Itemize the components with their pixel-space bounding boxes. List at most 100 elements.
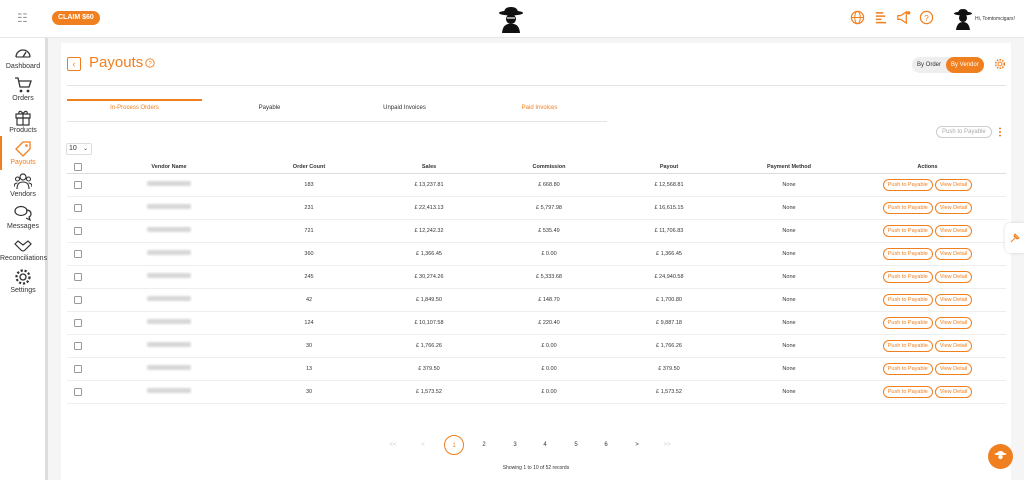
settings-gear-icon[interactable] <box>994 58 1006 70</box>
sidebar-item-dashboard[interactable]: Dashboard <box>0 44 46 74</box>
page-size-select[interactable]: 10 ⌄ <box>66 143 92 155</box>
row-select-cell <box>67 242 89 266</box>
page-button-6[interactable]: 6 <box>596 435 616 455</box>
tab-in-process-orders[interactable]: In-Process Orders <box>67 99 202 121</box>
push-to-payable-button[interactable]: Push to Payable <box>882 362 933 375</box>
view-detail-button[interactable]: View Detail <box>934 201 973 214</box>
list-icon[interactable] <box>873 10 888 25</box>
push-to-payable-button[interactable]: Push to Payable <box>882 270 933 283</box>
page-button-3[interactable]: 3 <box>505 435 525 455</box>
row-checkbox[interactable] <box>74 203 82 212</box>
help-icon[interactable]: ? <box>919 10 934 25</box>
first-page-button[interactable]: << <box>383 435 403 455</box>
page-button-1[interactable]: 1 <box>444 435 464 455</box>
sidebar-item-label: Products <box>9 127 37 134</box>
col-order-count[interactable]: Order Count <box>249 161 369 174</box>
view-detail-button[interactable]: View Detail <box>934 316 973 329</box>
push-to-payable-button[interactable]: Push to Payable <box>882 385 933 398</box>
vendor-name-cell <box>89 265 249 289</box>
col-payout[interactable]: Payout <box>609 161 729 174</box>
by-vendor-toggle[interactable]: By Vendor <box>946 57 984 73</box>
brand-logo-icon[interactable] <box>498 6 524 34</box>
commission-cell: £ 0.00 <box>489 380 609 404</box>
tab-unpaid-invoices[interactable]: Unpaid Invoices <box>337 100 472 121</box>
megaphone-icon[interactable] <box>896 10 911 25</box>
last-page-button[interactable]: >> <box>657 435 677 455</box>
payout-cell: £ 11,706.83 <box>609 219 729 243</box>
globe-icon[interactable] <box>850 10 865 25</box>
avatar[interactable] <box>953 8 973 30</box>
push-to-payable-button[interactable]: Push to Payable <box>882 178 933 191</box>
push-to-payable-button[interactable]: Push to Payable <box>882 201 933 214</box>
row-checkbox[interactable] <box>74 341 82 350</box>
push-to-payable-button[interactable]: Push to Payable <box>936 126 992 138</box>
push-to-payable-button[interactable]: Push to Payable <box>882 293 933 306</box>
select-all-checkbox[interactable] <box>74 162 82 171</box>
sidebar-item-messages[interactable]: Messages <box>0 204 46 234</box>
sales-cell: £ 30,274.26 <box>369 265 489 289</box>
page-button-4[interactable]: 4 <box>535 435 555 455</box>
push-to-payable-button[interactable]: Push to Payable <box>882 247 933 260</box>
row-select-cell <box>67 265 89 289</box>
row-checkbox[interactable] <box>74 387 82 396</box>
page-button-2[interactable]: 2 <box>474 435 494 455</box>
commission-cell: £ 5,333.68 <box>489 265 609 289</box>
sidebar-item-orders[interactable]: Orders <box>0 76 46 106</box>
view-detail-button[interactable]: View Detail <box>934 362 973 375</box>
row-checkbox[interactable] <box>74 272 82 281</box>
sidebar-item-reconciliations[interactable]: Reconciliations <box>0 236 47 266</box>
row-checkbox[interactable] <box>74 318 82 327</box>
col-commission[interactable]: Commission <box>489 161 609 174</box>
sidebar-item-settings[interactable]: Settings <box>0 268 46 298</box>
redacted-vendor-name <box>147 181 191 186</box>
divider <box>67 85 1006 86</box>
row-checkbox[interactable] <box>74 364 82 373</box>
chat-support-button[interactable] <box>988 444 1013 469</box>
row-checkbox[interactable] <box>74 226 82 235</box>
handshake-icon <box>14 240 32 252</box>
claim-button[interactable]: CLAIM $60 <box>52 11 100 25</box>
more-options-icon[interactable] <box>998 127 1002 137</box>
col-vendor-name[interactable]: Vendor Name <box>89 161 249 174</box>
payout-cell: £ 12,568.81 <box>609 173 729 197</box>
view-detail-button[interactable]: View Detail <box>934 385 973 398</box>
page-button-5[interactable]: 5 <box>566 435 586 455</box>
sidebar-item-products[interactable]: Products <box>0 108 46 138</box>
count-cell: 360 <box>249 242 369 266</box>
sales-cell: £ 379.50 <box>369 357 489 381</box>
back-button[interactable]: ‹ <box>67 57 81 71</box>
sales-cell: £ 1,573.52 <box>369 380 489 404</box>
tab-paid-invoices[interactable]: Paid Invoices <box>472 100 607 121</box>
col-payment-method[interactable]: Payment Method <box>729 161 849 174</box>
table-row: 124 £ 10,107.58 £ 220.40 £ 9,887.18 None Push… <box>67 311 1006 335</box>
col-sales[interactable]: Sales <box>369 161 489 174</box>
prev-page-button[interactable]: < <box>413 435 433 455</box>
row-checkbox[interactable] <box>74 249 82 258</box>
help-icon[interactable]: ? <box>145 58 155 68</box>
commission-cell: £ 668.80 <box>489 173 609 197</box>
sidebar-item-vendors[interactable]: Vendors <box>0 172 46 202</box>
sidebar-item-label: Orders <box>12 95 34 102</box>
row-checkbox[interactable] <box>74 180 82 189</box>
commission-cell: £ 0.00 <box>489 242 609 266</box>
user-greeting[interactable]: Hi, Tomtomcigars! <box>975 16 1015 22</box>
view-detail-button[interactable]: View Detail <box>934 293 973 306</box>
view-detail-button[interactable]: View Detail <box>934 224 973 237</box>
by-order-toggle[interactable]: By Order <box>912 57 946 73</box>
vendor-name-cell <box>89 334 249 358</box>
tab-payable[interactable]: Payable <box>202 100 337 121</box>
view-detail-button[interactable]: View Detail <box>934 178 973 191</box>
side-panel-tab[interactable] <box>1005 223 1024 253</box>
view-detail-button[interactable]: View Detail <box>934 339 973 352</box>
view-detail-button[interactable]: View Detail <box>934 247 973 260</box>
menu-toggle-icon[interactable]: ☷ <box>17 11 28 25</box>
row-checkbox[interactable] <box>74 295 82 304</box>
sidebar-item-payouts[interactable]: Payouts <box>0 136 46 170</box>
push-to-payable-button[interactable]: Push to Payable <box>882 339 933 352</box>
push-to-payable-button[interactable]: Push to Payable <box>882 316 933 329</box>
view-detail-button[interactable]: View Detail <box>934 270 973 283</box>
gear-icon <box>15 269 31 285</box>
actions-cell: Push to Payable View Detail <box>849 288 1006 312</box>
next-page-button[interactable]: > <box>627 435 647 455</box>
push-to-payable-button[interactable]: Push to Payable <box>882 224 933 237</box>
